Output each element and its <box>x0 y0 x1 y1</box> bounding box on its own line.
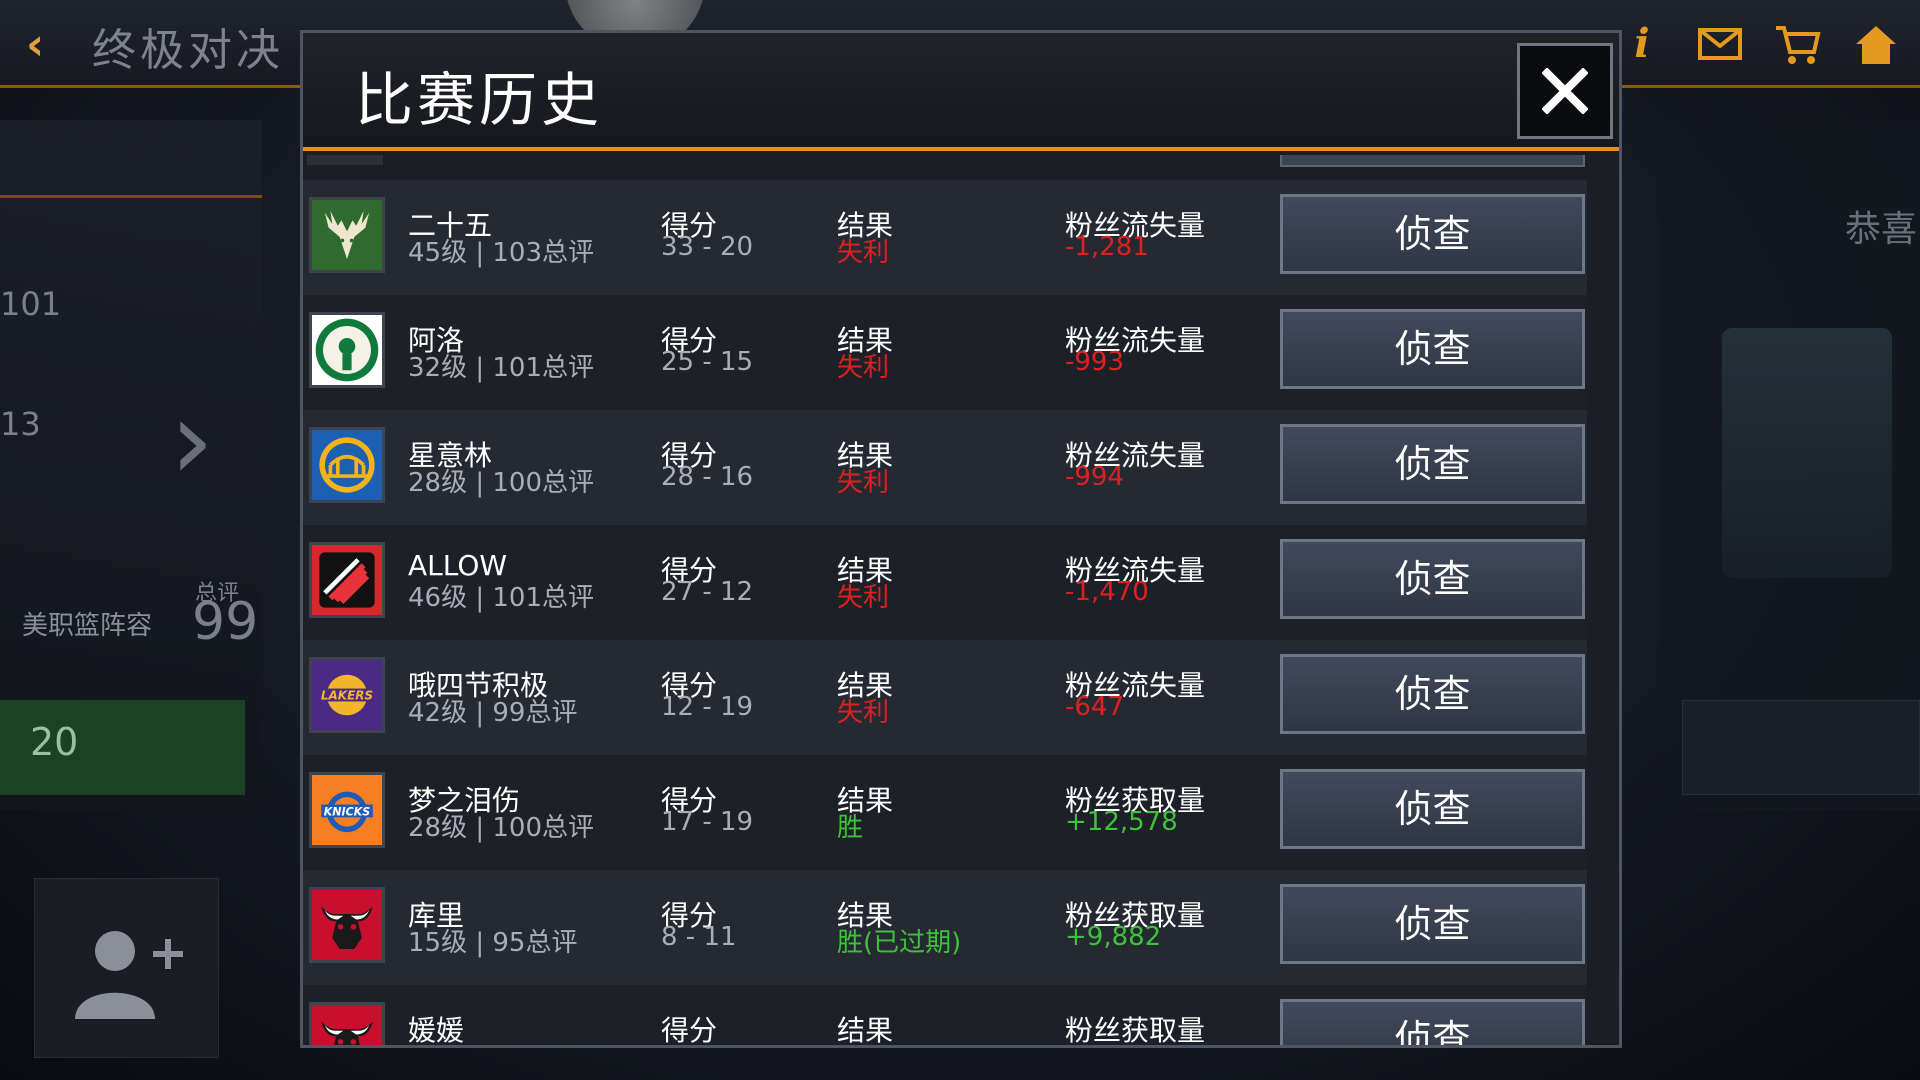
fans-value: -1,281 <box>1065 232 1149 262</box>
match-row: 阿洛 32级 | 101总评 得分 25 - 15 结果 失利 粉丝流失量 -993 侦查 <box>303 295 1587 410</box>
screen-title: 终极对决 <box>92 25 284 76</box>
jersey-image <box>1722 328 1892 578</box>
match-history-dialog: 比赛历史 二十五 45级 | 103总评 得分 33 - 20 结果 失利 粉丝流失量 -1,… <box>300 30 1622 1048</box>
team-logo-lakers-icon: LAKERS <box>309 657 385 733</box>
inspect-button[interactable]: 侦查 <box>1280 769 1585 849</box>
team-logo-blazers-icon <box>309 542 385 618</box>
match-row: 二十五 45级 | 103总评 得分 33 - 20 结果 失利 粉丝流失量 -1,281 侦查 <box>303 180 1587 295</box>
team-logo-warriors-icon <box>309 427 385 503</box>
result-value: 失利 <box>837 238 890 268</box>
mail-icon[interactable] <box>1696 20 1744 68</box>
overall-value: 99 <box>192 592 259 652</box>
chevron-right-icon[interactable]: › <box>170 385 220 495</box>
opponent-level-rating: 28级 | 100总评 <box>408 468 594 498</box>
opponent-level-rating: 46级 | 101总评 <box>408 583 594 613</box>
fans-value: +9,882 <box>1065 922 1162 952</box>
home-icon[interactable] <box>1852 20 1900 68</box>
team-logo-bucks-icon <box>309 197 385 273</box>
match-history-list[interactable]: 二十五 45级 | 103总评 得分 33 - 20 结果 失利 粉丝流失量 -1,281 侦查… <box>303 155 1619 1045</box>
left-stat-value: 101 <box>0 285 62 323</box>
fans-value: -994 <box>1065 462 1125 492</box>
inspect-button[interactable]: 侦查 <box>1280 539 1585 619</box>
svg-text:KNICKS: KNICKS <box>324 806 371 819</box>
match-row: KNICKS 梦之泪伤 28级 | 100总评 得分 17 - 19 结果胜粉丝获取量 +1… <box>303 755 1587 870</box>
opponent-name: 媛媛 <box>408 1014 465 1045</box>
opponent-level-rating: 28级 | 100总评 <box>408 813 594 843</box>
close-icon <box>1541 67 1589 115</box>
inspect-button[interactable]: 侦查 <box>1280 424 1585 504</box>
fans-label: 粉丝获取量 <box>1065 1014 1206 1045</box>
right-panel-heading: 恭喜 <box>1845 209 1918 250</box>
score-value: 8 - 11 <box>661 922 737 952</box>
fans-value: -647 <box>1065 692 1125 722</box>
score-value: 28 - 16 <box>661 462 754 492</box>
result-label: 结果 <box>837 1014 894 1045</box>
opponent-level-rating: 15级 | 95总评 <box>408 928 578 958</box>
match-row: ALLOW 46级 | 101总评 得分 27 - 12 结果 失利 粉丝流失量 -1,470… <box>303 525 1587 640</box>
opponent-level-rating: 45级 | 103总评 <box>408 238 594 268</box>
right-panel-button[interactable] <box>1682 700 1920 795</box>
score-label: 得分 <box>661 1014 718 1045</box>
level-value: 20 <box>30 720 79 764</box>
add-friend-icon <box>75 931 183 1019</box>
result-value: 胜(已过期) <box>837 928 962 958</box>
inspect-button[interactable]: 侦查 <box>1280 194 1585 274</box>
dialog-title: 比赛历史 <box>355 66 604 134</box>
match-row: LAKERS 哦四节积极 42级 | 99总评 得分 12 - 19 结果 失利 粉丝流失量 -… <box>303 640 1587 755</box>
score-value: 17 - 19 <box>661 807 754 837</box>
team-logo-bulls-icon <box>309 887 385 963</box>
result-value: 失利 <box>837 698 890 728</box>
opponent-level-rating: 32级 | 101总评 <box>408 353 594 383</box>
match-row: 星意林 28级 | 100总评 得分 28 - 16 结果 失利 粉丝流失量 -994 侦查 <box>303 410 1587 525</box>
info-icon[interactable]: i <box>1618 20 1666 68</box>
fans-value: -993 <box>1065 347 1125 377</box>
result-value: 失利 <box>837 468 890 498</box>
cart-icon[interactable] <box>1774 20 1822 68</box>
team-logo-bulls-icon <box>309 1002 385 1045</box>
score-value: 25 - 15 <box>661 347 754 377</box>
dialog-header: 比赛历史 <box>303 33 1619 151</box>
inspect-button-partial[interactable] <box>1280 155 1585 167</box>
result-value: 失利 <box>837 353 890 383</box>
result-value: 胜 <box>837 813 864 843</box>
match-row: 库里 15级 | 95总评 得分 8 - 11 结果 胜(已过期) 粉丝获取量 +9,882 侦… <box>303 870 1587 985</box>
score-value: 12 - 19 <box>661 692 754 722</box>
list-row-partial <box>307 155 383 165</box>
svg-text:LAKERS: LAKERS <box>321 689 373 703</box>
match-row: 媛媛 得分 结果 粉丝获取量 侦查 <box>303 985 1587 1045</box>
score-value: 27 - 12 <box>661 577 754 607</box>
team-logo-celtics-icon <box>309 312 385 388</box>
left-panel-divider <box>0 195 262 198</box>
add-friend-button[interactable] <box>34 878 219 1058</box>
inspect-button[interactable]: 侦查 <box>1280 654 1585 734</box>
inspect-button[interactable]: 侦查 <box>1280 309 1585 389</box>
result-value: 失利 <box>837 583 890 613</box>
opponent-level-rating: 42级 | 99总评 <box>408 698 578 728</box>
fans-value: +12,578 <box>1065 807 1178 837</box>
lineup-label: 美职篮阵容 <box>22 611 153 641</box>
team-logo-knicks-icon: KNICKS <box>309 772 385 848</box>
fans-value: -1,470 <box>1065 577 1149 607</box>
close-button[interactable] <box>1517 43 1613 139</box>
inspect-button[interactable]: 侦查 <box>1280 999 1585 1045</box>
left-stat-value: 13 <box>0 405 41 443</box>
score-value: 33 - 20 <box>661 232 754 262</box>
inspect-button[interactable]: 侦查 <box>1280 884 1585 964</box>
back-arrow-icon[interactable]: ‹ <box>26 22 66 68</box>
